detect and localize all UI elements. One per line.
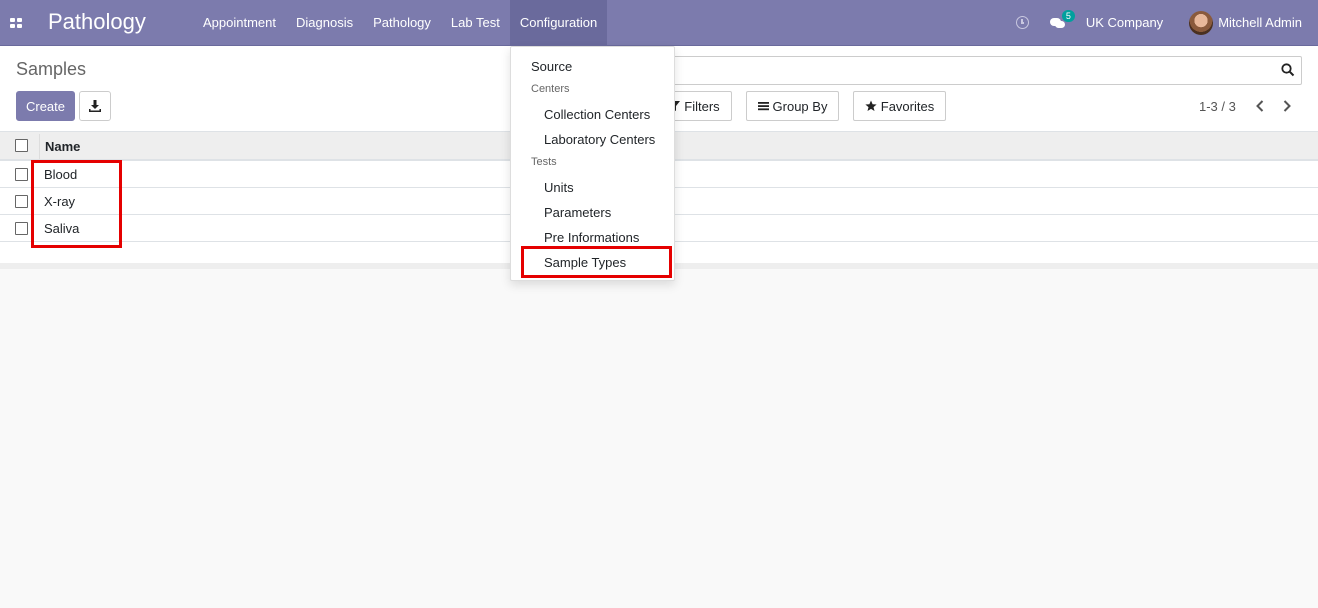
- avatar: [1189, 10, 1214, 35]
- user-menu[interactable]: Mitchell Admin: [1189, 0, 1302, 45]
- export-button[interactable]: [79, 91, 111, 121]
- menu-lab-test[interactable]: Lab Test: [441, 0, 510, 45]
- row-name-cell[interactable]: Blood: [44, 167, 77, 182]
- menu-appointment[interactable]: Appointment: [193, 0, 286, 45]
- activity-button[interactable]: [1015, 0, 1030, 45]
- pager-next-button[interactable]: [1278, 95, 1296, 117]
- select-all-checkbox[interactable]: [15, 139, 28, 152]
- row-checkbox[interactable]: [15, 195, 28, 208]
- menu-item-units[interactable]: Units: [511, 176, 674, 198]
- row-name-cell[interactable]: X-ray: [44, 194, 75, 209]
- chevron-right-icon: [1283, 100, 1291, 112]
- pager-previous-button[interactable]: [1251, 95, 1269, 117]
- menu-item-laboratory-centers[interactable]: Laboratory Centers: [511, 128, 674, 150]
- column-header-name[interactable]: Name: [45, 139, 80, 154]
- row-checkbox[interactable]: [15, 222, 28, 235]
- menu-pathology[interactable]: Pathology: [363, 0, 441, 45]
- row-checkbox[interactable]: [15, 168, 28, 181]
- group-by-button[interactable]: Group By: [746, 91, 839, 121]
- messaging-button[interactable]: 5: [1049, 0, 1075, 45]
- favorites-label: Favorites: [880, 98, 935, 114]
- chevron-left-icon: [1256, 100, 1264, 112]
- chat-icon: 5: [1049, 9, 1075, 29]
- company-switcher[interactable]: UK Company: [1086, 0, 1163, 45]
- download-icon: [89, 100, 101, 112]
- search-icon[interactable]: [1281, 63, 1295, 77]
- favorites-button[interactable]: Favorites: [853, 91, 946, 121]
- row-name-cell[interactable]: Saliva: [44, 221, 79, 236]
- section-header-centers: Centers: [531, 83, 570, 95]
- create-button[interactable]: Create: [16, 91, 75, 121]
- breadcrumb: Samples: [16, 59, 87, 79]
- filters-label: Filters: [684, 98, 720, 114]
- top-navbar: Pathology Appointment Diagnosis Patholog…: [0, 0, 1318, 46]
- menu-item-source[interactable]: Source: [511, 55, 674, 77]
- group-by-label: Group By: [772, 98, 828, 114]
- chat-badge: 5: [1061, 9, 1075, 22]
- main-menu: Appointment Diagnosis Pathology Lab Test…: [193, 0, 608, 45]
- navbar-systray: 5 UK Company Mitchell Admin: [1015, 0, 1318, 45]
- menu-item-collection-centers[interactable]: Collection Centers: [511, 103, 674, 125]
- list-icon: [757, 102, 769, 111]
- menu-configuration[interactable]: Configuration: [509, 0, 608, 45]
- apps-grid-icon: [10, 17, 22, 28]
- configuration-dropdown: Source Centers Collection Centers Labora…: [510, 46, 675, 281]
- pager-value[interactable]: 1-3 / 3: [1199, 99, 1236, 114]
- search-box: [600, 56, 1302, 85]
- app-brand[interactable]: Pathology: [48, 9, 146, 35]
- star-icon: [865, 100, 877, 111]
- menu-item-parameters[interactable]: Parameters: [511, 201, 674, 223]
- menu-item-pre-informations[interactable]: Pre Informations: [511, 226, 674, 248]
- menu-item-sample-types[interactable]: Sample Types: [511, 251, 674, 273]
- clock-icon: [1015, 16, 1029, 29]
- search-input[interactable]: [609, 61, 1249, 81]
- section-header-tests: Tests: [531, 156, 557, 168]
- user-name: Mitchell Admin: [1218, 15, 1302, 30]
- apps-menu-button[interactable]: [0, 0, 32, 45]
- menu-diagnosis[interactable]: Diagnosis: [286, 0, 363, 45]
